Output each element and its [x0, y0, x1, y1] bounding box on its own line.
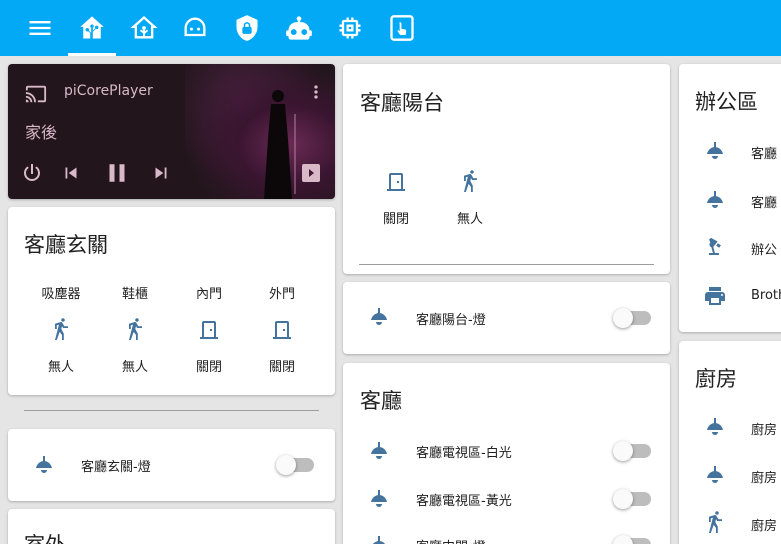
album-art-figure: [264, 90, 296, 199]
entity-label: 客廳陽台-燈: [416, 313, 486, 328]
entity-label: 客廳: [751, 196, 778, 211]
robot-vacuum-icon[interactable]: [181, 14, 209, 42]
card-title: 廚房: [695, 367, 737, 391]
ceiling-light-icon[interactable]: [703, 415, 727, 439]
gesture-tap-icon[interactable]: [388, 14, 416, 42]
previous-track-button[interactable]: [60, 162, 82, 184]
card-title: 辦公區: [695, 90, 758, 114]
entity-label: 客廳電視區-黃光: [416, 494, 512, 509]
entity-label: 客廳玄關-燈: [81, 460, 151, 475]
living-room-card: 客廳 客廳電視區-白光 客廳電視區-黃光 客廳中間-燈: [343, 363, 670, 544]
entity-label: Broth: [751, 288, 781, 303]
desk-lamp-icon[interactable]: [703, 235, 727, 259]
active-tab-indicator: [68, 53, 116, 56]
entrance-light-toggle[interactable]: [276, 454, 314, 476]
entity-label: 鞋櫃: [121, 287, 148, 302]
printer-icon[interactable]: [703, 284, 727, 308]
card-title: 客廳: [360, 389, 402, 413]
menu-icon[interactable]: [26, 14, 54, 42]
walk-icon[interactable]: [703, 511, 727, 535]
entity-label: 客廳: [751, 147, 778, 162]
home-assistant-outline-icon[interactable]: [130, 14, 158, 42]
home-assistant-icon[interactable]: [78, 14, 106, 42]
balcony-card: 客廳陽台 關閉 無人: [343, 64, 670, 274]
entity-balcony-door[interactable]: 關閉: [361, 170, 431, 227]
door-icon: [384, 170, 408, 194]
ceiling-light-icon[interactable]: [32, 453, 56, 477]
entity-state: 無人: [456, 212, 483, 227]
entity-label: 吸塵器: [41, 287, 81, 302]
media-playlist-icon[interactable]: [299, 161, 323, 185]
more-vert-icon[interactable]: [306, 80, 326, 104]
entity-balcony-motion[interactable]: 無人: [435, 170, 505, 227]
ceiling-light-icon[interactable]: [703, 463, 727, 487]
entity-outer-door[interactable]: 外門 關閉: [247, 283, 317, 375]
walk-icon: [458, 170, 482, 194]
tv-area-white-light-toggle[interactable]: [613, 440, 651, 462]
cast-icon: [25, 83, 47, 105]
entity-shoe-cabinet-motion[interactable]: 鞋櫃 無人: [100, 283, 170, 375]
door-icon: [197, 318, 221, 342]
balcony-light-card: 客廳陽台-燈: [343, 282, 670, 354]
robot-icon[interactable]: [285, 14, 313, 42]
walk-icon: [123, 318, 147, 342]
ceiling-light-icon[interactable]: [367, 439, 391, 463]
entity-label: 客廳中間-燈: [416, 536, 486, 544]
shield-lock-icon[interactable]: [233, 14, 261, 42]
entity-state: 關閉: [268, 360, 295, 375]
ceiling-light-icon[interactable]: [703, 188, 727, 212]
media-player-card: piCorePlayer 家後: [8, 64, 335, 199]
ceiling-light-icon[interactable]: [367, 487, 391, 511]
entity-vacuum-motion[interactable]: 吸塵器 無人: [26, 283, 96, 375]
card-title: 客廳玄關: [24, 233, 108, 257]
top-app-bar: [0, 0, 781, 56]
entrance-light-card: 客廳玄關-燈: [8, 429, 335, 501]
office-card: 辦公區 客廳 客廳 辦公 Broth: [679, 64, 781, 332]
entity-inner-door[interactable]: 內門 關閉: [174, 283, 244, 375]
entity-label: 外門: [268, 287, 295, 302]
card-title: 室外: [24, 529, 66, 544]
entity-label: 廚房: [751, 519, 778, 534]
door-icon: [270, 318, 294, 342]
power-button[interactable]: [20, 161, 44, 185]
tv-area-yellow-light-toggle[interactable]: [613, 488, 651, 510]
middle-light-toggle[interactable]: [613, 534, 651, 544]
card-title: 客廳陽台: [360, 91, 444, 115]
balcony-light-toggle[interactable]: [613, 307, 651, 329]
entity-state: 關閉: [382, 212, 409, 227]
media-source: 家後: [25, 123, 58, 142]
entity-label: 客廳電視區-白光: [416, 446, 512, 461]
next-track-button[interactable]: [150, 162, 172, 184]
entity-state: 無人: [121, 360, 148, 375]
ceiling-light-icon[interactable]: [703, 139, 727, 163]
media-player-name: piCorePlayer: [64, 83, 153, 99]
entity-label: 廚房: [751, 471, 778, 486]
walk-icon: [49, 318, 73, 342]
entity-state: 無人: [47, 360, 74, 375]
entity-label: 辦公: [751, 243, 778, 258]
entrance-card: 客廳玄關 吸塵器 無人 鞋櫃 無人 內門 關閉 外門 關閉: [8, 207, 335, 395]
kitchen-card: 廚房 廚房 廚房 廚房: [679, 341, 781, 544]
entity-label: 廚房: [751, 423, 778, 438]
memory-chip-icon[interactable]: [336, 14, 364, 42]
divider: [24, 410, 319, 411]
entity-label: 內門: [195, 287, 222, 302]
pause-button[interactable]: [102, 158, 132, 188]
entity-state: 關閉: [195, 360, 222, 375]
divider: [359, 264, 654, 265]
ceiling-light-icon[interactable]: [367, 305, 391, 329]
ceiling-light-icon[interactable]: [367, 533, 391, 544]
outdoor-card: 室外: [8, 509, 335, 544]
